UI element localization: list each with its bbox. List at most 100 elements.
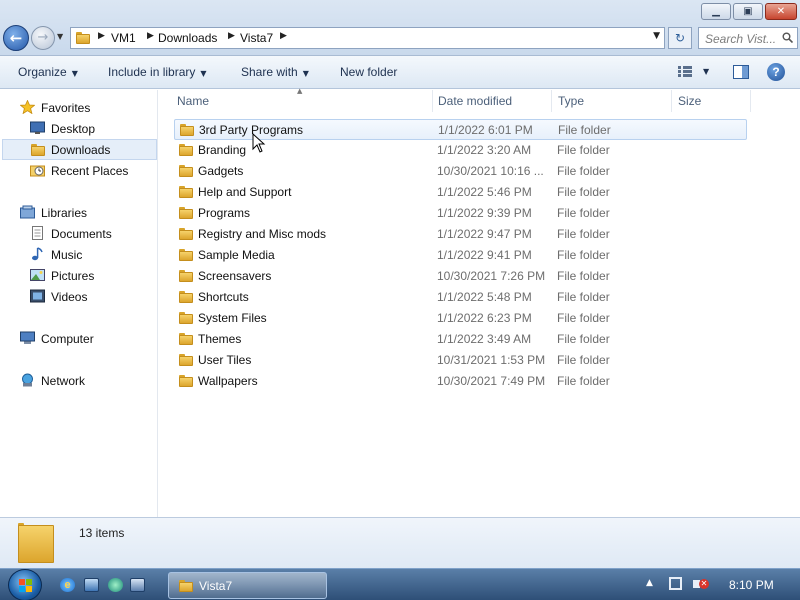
nav-desktop-label: Desktop <box>51 122 96 136</box>
file-date-modified: 1/1/2022 6:01 PM <box>438 123 533 137</box>
media-player-icon[interactable] <box>108 578 123 592</box>
details-pane: 13 items <box>0 517 800 568</box>
file-type: File folder <box>557 311 610 325</box>
music-icon <box>32 247 43 261</box>
nav-favorites[interactable]: Favorites <box>20 98 150 118</box>
list-item[interactable]: Shortcuts 1/1/2022 5:48 PM File folder <box>174 287 747 308</box>
file-type: File folder <box>557 164 610 178</box>
recent-pages-dropdown[interactable]: ▼ <box>57 32 63 41</box>
minimize-button[interactable]: ▁ <box>701 3 731 20</box>
list-item[interactable]: Registry and Misc mods 1/1/2022 9:47 PM … <box>174 224 747 245</box>
preview-pane-icon[interactable] <box>733 65 749 79</box>
title-bar: ▁ ▣ ✕ ← → ▼ ▶ VM1 ▶ Downloads ▶ Vista7 ▶… <box>0 0 800 56</box>
list-item[interactable]: Programs 1/1/2022 9:39 PM File folder <box>174 203 747 224</box>
column-divider[interactable] <box>551 90 552 112</box>
windows-logo-icon <box>19 579 33 593</box>
breadcrumb-vista7[interactable]: Vista7 <box>240 31 273 45</box>
file-name: Gadgets <box>198 164 244 178</box>
nav-network-label: Network <box>41 374 86 388</box>
nav-recent-places[interactable]: Recent Places <box>30 161 150 181</box>
close-button[interactable]: ✕ <box>765 3 797 20</box>
breadcrumb-separator[interactable]: ▶ <box>147 31 154 41</box>
nav-network[interactable]: Network <box>20 371 150 391</box>
nav-music[interactable]: Music <box>30 245 150 265</box>
change-view-icon[interactable] <box>678 66 692 77</box>
list-item[interactable]: Gadgets 10/30/2021 10:16 ... File folder <box>174 161 747 182</box>
folder-icon <box>179 333 193 345</box>
videos-icon <box>30 289 45 303</box>
include-in-library-button[interactable]: Include in library ▼ <box>108 65 207 79</box>
switch-windows-icon[interactable] <box>130 578 145 592</box>
refresh-button[interactable]: ↻ <box>668 27 692 49</box>
list-item[interactable]: Themes 1/1/2022 3:49 AM File folder <box>174 329 747 350</box>
help-icon[interactable]: ? <box>767 63 785 81</box>
file-date-modified: 10/30/2021 7:49 PM <box>437 374 546 388</box>
file-type: File folder <box>557 143 610 157</box>
nav-music-label: Music <box>51 248 83 262</box>
organize-button[interactable]: Organize ▼ <box>18 65 78 79</box>
forward-button[interactable]: → <box>31 26 55 50</box>
list-item[interactable]: System Files 1/1/2022 6:23 PM File folde… <box>174 308 747 329</box>
breadcrumb-downloads[interactable]: Downloads <box>158 31 217 45</box>
folder-icon <box>179 354 193 366</box>
folder-icon <box>179 186 193 198</box>
nav-desktop[interactable]: Desktop <box>30 119 150 139</box>
maximize-button[interactable]: ▣ <box>733 3 763 20</box>
back-button[interactable]: ← <box>3 25 29 51</box>
nav-videos[interactable]: Videos <box>30 287 150 307</box>
folder-icon <box>179 144 193 156</box>
list-item[interactable]: Screensavers 10/30/2021 7:26 PM File fol… <box>174 266 747 287</box>
nav-documents[interactable]: Documents <box>30 224 150 244</box>
column-divider[interactable] <box>671 90 672 112</box>
nav-computer[interactable]: Computer <box>20 329 150 349</box>
show-desktop-icon[interactable] <box>84 578 99 592</box>
column-header-type[interactable]: Type <box>558 94 584 108</box>
documents-icon <box>32 226 43 240</box>
file-date-modified: 10/30/2021 7:26 PM <box>437 269 546 283</box>
chevron-down-icon: ▼ <box>302 69 309 78</box>
column-header-date-modified[interactable]: Date modified <box>438 94 512 108</box>
file-name: Sample Media <box>198 248 275 262</box>
column-divider[interactable] <box>432 90 433 112</box>
folder-icon <box>179 291 193 303</box>
file-date-modified: 1/1/2022 5:48 PM <box>437 290 532 304</box>
breadcrumb-separator[interactable]: ▶ <box>228 31 235 41</box>
folder-icon <box>76 32 90 44</box>
column-header-name[interactable]: Name <box>177 94 209 108</box>
address-dropdown[interactable]: ▼ <box>653 31 660 41</box>
star-icon <box>20 100 35 114</box>
start-button[interactable] <box>8 569 42 600</box>
address-bar[interactable]: ▶ VM1 ▶ Downloads ▶ Vista7 ▶ ▼ <box>70 27 665 49</box>
folder-icon <box>179 580 193 592</box>
file-type: File folder <box>557 185 610 199</box>
clock[interactable]: 8:10 PM <box>729 578 774 592</box>
nav-pictures[interactable]: Pictures <box>30 266 150 286</box>
libraries-icon <box>20 205 35 219</box>
list-item[interactable]: Wallpapers 10/30/2021 7:49 PM File folde… <box>174 371 747 392</box>
breadcrumb-vm1[interactable]: VM1 <box>111 31 136 45</box>
pictures-icon <box>30 269 45 281</box>
search-input[interactable]: Search Vist... <box>698 27 798 49</box>
nav-downloads[interactable]: Downloads <box>2 139 157 160</box>
share-with-button[interactable]: Share with ▼ <box>241 65 309 79</box>
file-type: File folder <box>557 206 610 220</box>
show-hidden-icons-button[interactable]: ▲ <box>646 578 653 588</box>
list-item[interactable]: Sample Media 1/1/2022 9:41 PM File folde… <box>174 245 747 266</box>
taskbar: e Vista7 ▲ ✕ 8:10 PM <box>0 568 800 600</box>
list-item[interactable]: Help and Support 1/1/2022 5:46 PM File f… <box>174 182 747 203</box>
breadcrumb-separator[interactable]: ▶ <box>280 31 287 41</box>
taskbar-button-vista7[interactable]: Vista7 <box>168 572 327 599</box>
internet-explorer-icon[interactable]: e <box>60 578 75 592</box>
folder-icon <box>179 207 193 219</box>
breadcrumb-separator[interactable]: ▶ <box>98 31 105 41</box>
view-options-dropdown[interactable]: ▼ <box>703 67 709 76</box>
volume-muted-icon[interactable]: ✕ <box>693 577 709 591</box>
list-item[interactable]: User Tiles 10/31/2021 1:53 PM File folde… <box>174 350 747 371</box>
column-header-size[interactable]: Size <box>678 94 701 108</box>
nav-libraries[interactable]: Libraries <box>20 203 150 223</box>
column-divider[interactable] <box>750 90 751 112</box>
downloads-folder-icon <box>31 144 45 156</box>
folder-icon <box>179 312 193 324</box>
new-folder-button[interactable]: New folder <box>340 65 397 79</box>
network-status-icon[interactable] <box>669 577 682 590</box>
